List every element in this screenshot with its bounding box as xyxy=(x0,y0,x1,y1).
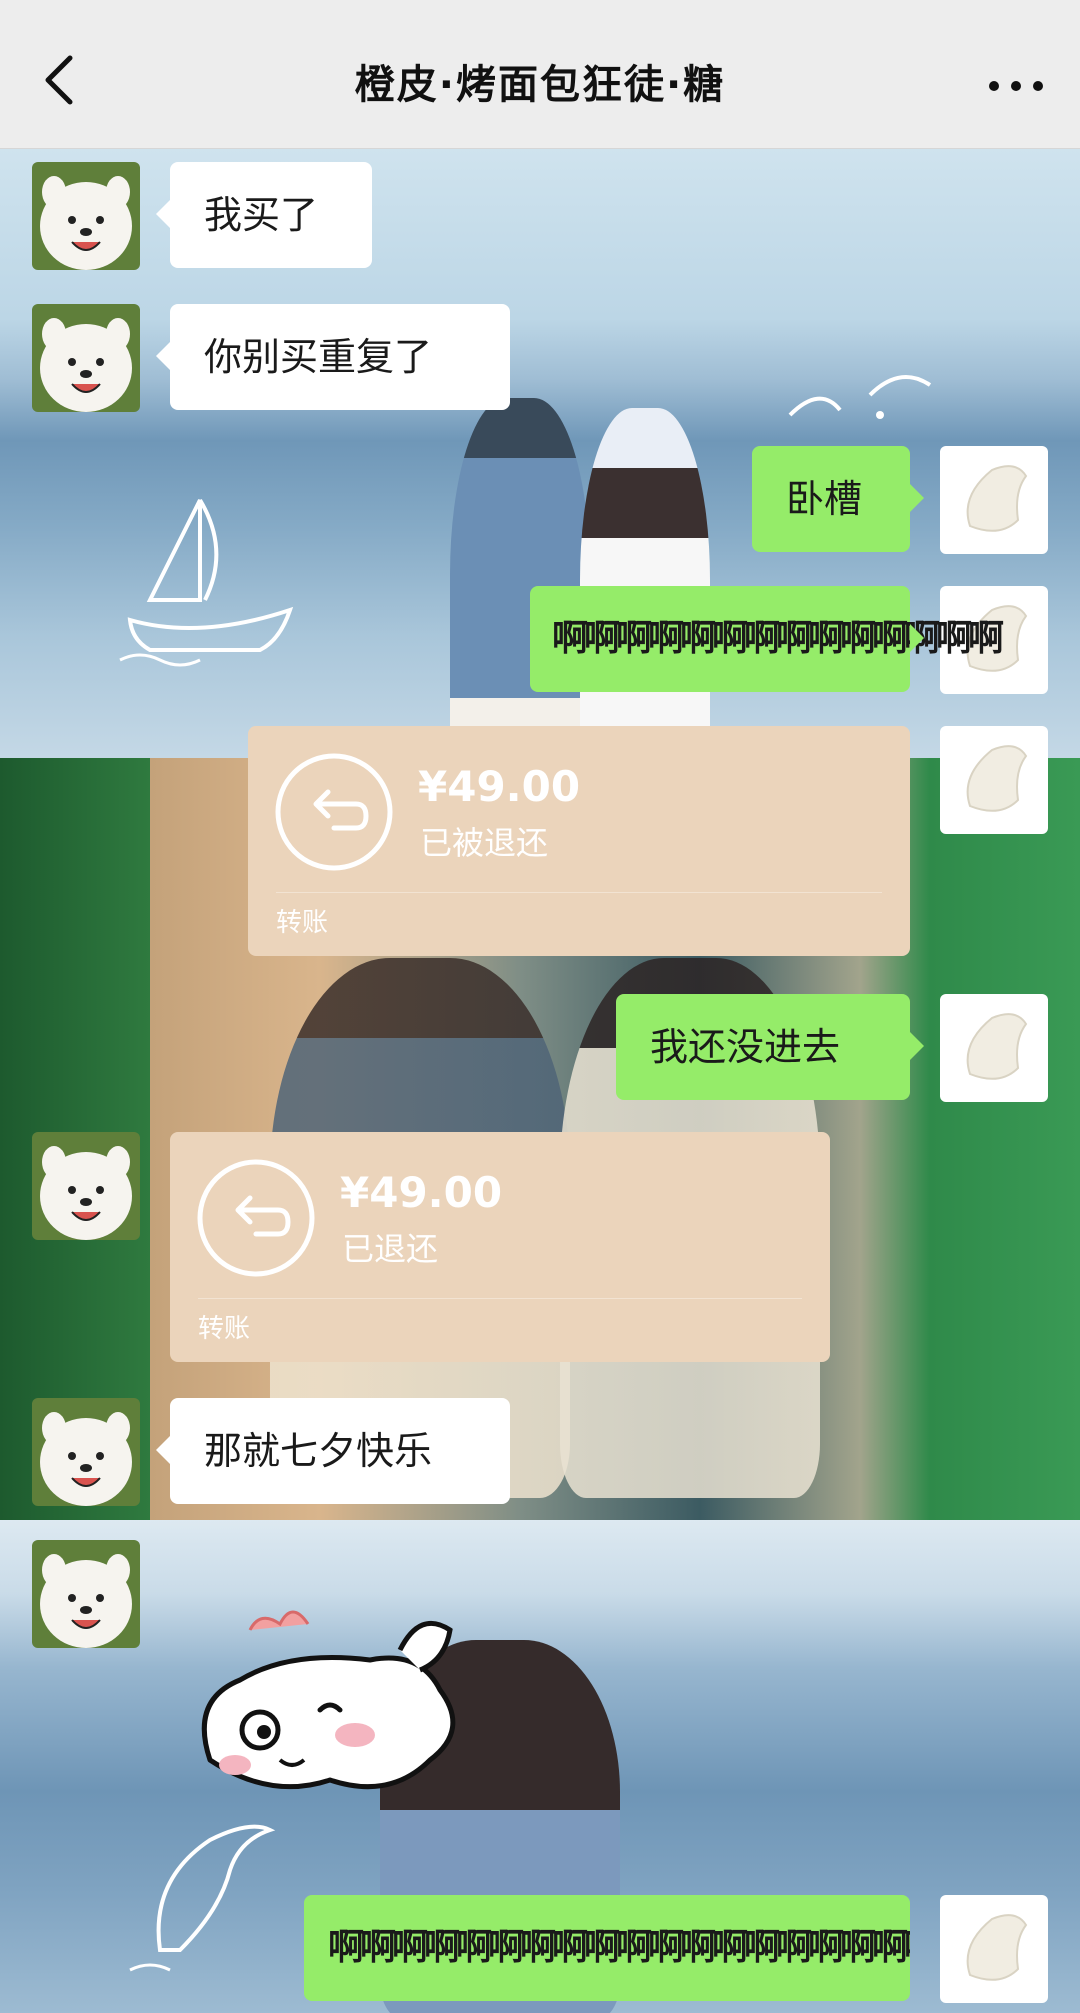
transfer-card-sent[interactable]: ¥49.00 已被退还 转账 xyxy=(248,726,910,956)
background-person xyxy=(580,408,710,758)
transfer-status: 已退还 xyxy=(342,1230,439,1268)
transfer-label: 转账 xyxy=(198,1314,251,1344)
transfer-card-received[interactable]: ¥49.00 已退还 转账 xyxy=(170,1132,830,1362)
more-dots-icon[interactable] xyxy=(988,80,1044,92)
avatar-garlic[interactable] xyxy=(940,726,1048,834)
message-bubble-sent[interactable]: 我还没进去 xyxy=(616,994,924,1100)
transfer-amount: ¥49.00 xyxy=(340,1168,503,1217)
avatar-garlic[interactable] xyxy=(940,1895,1048,2003)
divider xyxy=(198,1298,802,1299)
message-bubble-sent[interactable]: 卧槽 xyxy=(752,446,924,552)
background-person xyxy=(450,398,590,758)
chat-header: 橙皮·烤面包狂徒·糖 xyxy=(0,0,1080,149)
divider xyxy=(276,892,882,893)
chat-title: 橙皮·烤面包狂徒·糖 xyxy=(354,62,726,108)
return-arrow-icon xyxy=(197,1159,315,1277)
message-bubble-received[interactable]: 我买了 xyxy=(156,162,372,268)
transfer-status: 已被退还 xyxy=(420,824,549,862)
sailboat-doodle-icon xyxy=(119,498,294,667)
message-bubble-sent[interactable]: 啊啊啊啊啊啊啊啊啊啊啊啊啊啊啊啊啊啊啊啊啊啊啊啊啊啊啊啊 xyxy=(304,1895,910,2001)
avatar-samoyed[interactable] xyxy=(32,1398,140,1506)
return-arrow-icon xyxy=(275,753,393,871)
dolphin-doodle-icon xyxy=(129,1824,276,1972)
sticker-dog-icon[interactable] xyxy=(180,1590,480,1820)
message-bubble-received[interactable]: 那就七夕快乐 xyxy=(156,1398,510,1504)
transfer-label: 转账 xyxy=(276,908,329,938)
message-bubble-received[interactable]: 你别买重复了 xyxy=(156,304,510,410)
avatar-samoyed[interactable] xyxy=(32,1540,140,1648)
avatar-samoyed[interactable] xyxy=(32,304,140,412)
avatar-samoyed[interactable] xyxy=(32,1132,140,1240)
message-bubble-sent[interactable]: 啊啊啊啊啊啊啊啊啊啊啊啊啊啊 xyxy=(530,586,1004,692)
seagull-doodle-icon xyxy=(788,375,932,419)
avatar-garlic[interactable] xyxy=(940,446,1048,554)
transfer-amount: ¥49.00 xyxy=(418,762,581,811)
avatar-samoyed[interactable] xyxy=(32,162,140,270)
avatar-garlic[interactable] xyxy=(940,994,1048,1102)
